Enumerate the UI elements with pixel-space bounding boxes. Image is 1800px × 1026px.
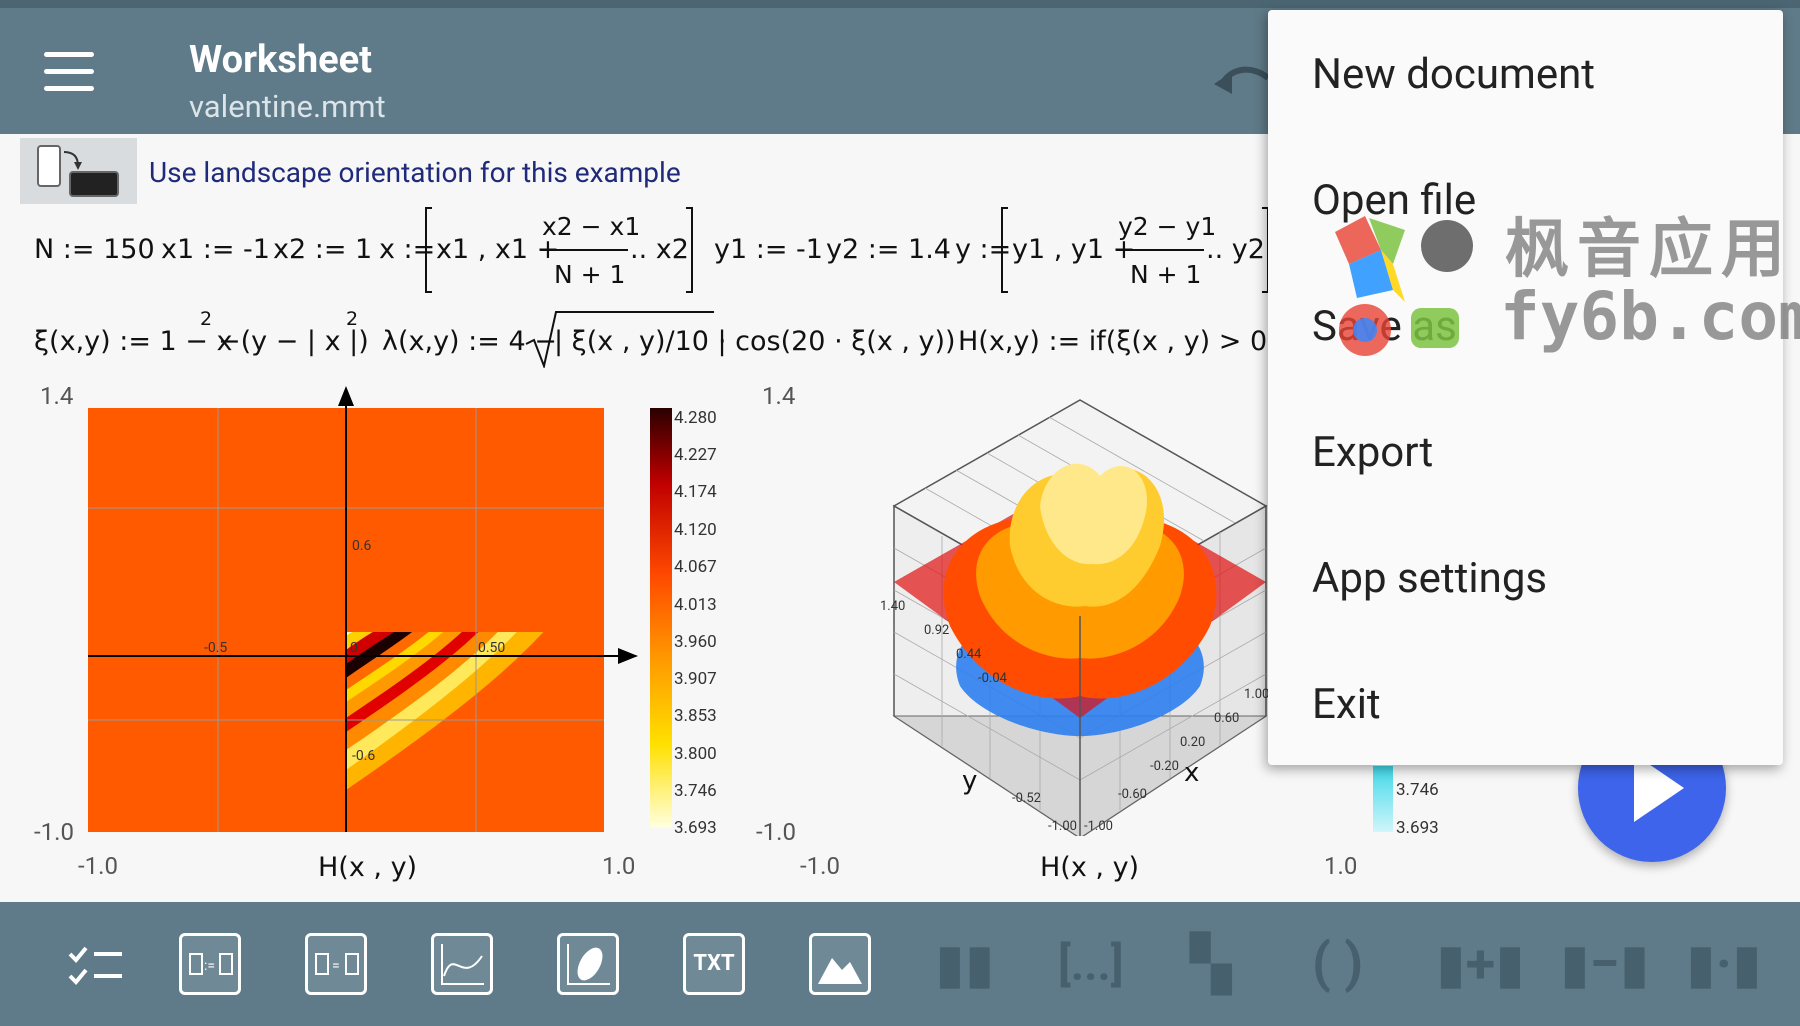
formula-x-end: .. x2 [630, 234, 689, 265]
svg-text:0.60: 0.60 [1214, 711, 1239, 726]
svg-text:0.44: 0.44 [956, 647, 982, 662]
rotate-device-icon [20, 138, 137, 204]
file-name: valentine.mmt [189, 88, 386, 125]
svg-text:0.50: 0.50 [478, 640, 505, 656]
heart-3d-surface-plot[interactable]: 1.40 0.92 0.44 -0.04 -0.52 -1.00 1.00 0.… [880, 396, 1280, 836]
dot-icon: ▮·▮ [1686, 933, 1762, 996]
plot3d-colorbar [1373, 766, 1393, 832]
colorbar-label: 3.693 [1396, 818, 1439, 838]
svg-text:-0.04: -0.04 [978, 671, 1008, 686]
stack-icon: ▚ [1190, 933, 1232, 996]
plot3d-y-max: 1.4 [762, 382, 796, 410]
formula-xi-exp2: 2 [346, 308, 359, 330]
svg-text:=: = [332, 958, 340, 974]
colorbar-label: 4.120 [674, 520, 717, 540]
svg-text:0.92: 0.92 [924, 623, 949, 638]
colorbar-label: 4.013 [674, 595, 717, 615]
svg-text::=: := [204, 958, 215, 974]
formula-y-frac-den: N + 1 [1130, 260, 1202, 289]
2d-plot-icon[interactable] [431, 933, 493, 995]
formula-x-frac-den: N + 1 [554, 260, 626, 289]
plot3d-axis-y-label: y [962, 766, 978, 796]
svg-text:1.00: 1.00 [1244, 687, 1269, 702]
plot2d-x-max: 1.0 [602, 852, 636, 880]
undo-icon[interactable] [1212, 60, 1272, 100]
formula-y-start: y1 , y1 + [1012, 234, 1136, 265]
split-icon: ▮▮ [935, 933, 995, 996]
formula-lambda-sqrt: | ξ(x , y)/10 | [554, 326, 727, 357]
page-title: Worksheet [189, 38, 373, 82]
svg-text:-0.6: -0.6 [352, 748, 375, 764]
evaluate-equation-icon[interactable]: = [305, 933, 367, 995]
svg-text:-1.00: -1.00 [1048, 819, 1077, 834]
formula-y2[interactable]: y2 := 1.4 [826, 234, 951, 265]
plot2d-y-min: -1.0 [34, 818, 74, 846]
formula-y-frac-num: y2 − y1 [1118, 212, 1217, 241]
svg-text:-0.20: -0.20 [1150, 759, 1179, 774]
hamburger-menu-icon[interactable] [40, 52, 98, 102]
formula-n[interactable]: N := 150 [34, 234, 155, 265]
formula-x-start: x1 , x1 + [436, 234, 560, 265]
plot3d-xlabel: H(x , y) [1040, 852, 1140, 883]
menu-item-exit[interactable]: Exit [1312, 680, 1381, 729]
overflow-menu: New document Open file Save as Export Ap… [1268, 10, 1783, 765]
colorbar-label: 3.746 [674, 781, 717, 801]
colorbar-label: 3.746 [1396, 780, 1439, 800]
menu-item-app-settings[interactable]: App settings [1312, 554, 1547, 603]
svg-text:0.20: 0.20 [1180, 735, 1205, 750]
svg-text:-0.60: -0.60 [1118, 787, 1147, 802]
menu-item-export[interactable]: Export [1312, 428, 1433, 477]
formula-y-end: .. y2 [1206, 234, 1265, 265]
formula-x-frac-num: x2 − x1 [542, 212, 641, 241]
svg-text:0.6: 0.6 [352, 538, 372, 554]
text-icon-label: TXT [693, 951, 735, 976]
plot3d-x-min: -1.0 [800, 852, 840, 880]
menu-item-save-as[interactable]: Save as [1312, 302, 1457, 351]
bracket-icon: [...] [1058, 938, 1124, 992]
svg-text:0: 0 [350, 640, 358, 656]
menu-item-new-document[interactable]: New document [1312, 50, 1595, 99]
colorbar-label: 3.800 [674, 744, 717, 764]
paren-icon: ( ) [1312, 932, 1364, 995]
svg-text:1.40: 1.40 [880, 599, 905, 614]
plot2d-xlabel: H(x , y) [318, 852, 418, 883]
colorbar-label: 3.907 [674, 669, 717, 689]
image-icon[interactable] [809, 933, 871, 995]
svg-text:-1.00: -1.00 [1084, 819, 1113, 834]
formula-xi-rest: −(y − | x |) [218, 326, 369, 357]
heart-heatmap-plot[interactable]: 0.6 -0.5 0 0.50 -0.6 [88, 386, 640, 832]
formula-xi-exp: 2 [200, 308, 213, 330]
plot2d-x-min: -1.0 [78, 852, 118, 880]
colorbar-label: 3.960 [674, 632, 717, 652]
3d-plot-icon[interactable] [557, 933, 619, 995]
add-column-icon: ▮+▮ [1436, 933, 1525, 996]
formula-lambda-rest: · cos(20 · ξ(x , y)) [718, 326, 956, 357]
plot3d-y-min: -1.0 [756, 818, 796, 846]
minus-icon: ▮−▮ [1560, 933, 1650, 996]
svg-text:-0.52: -0.52 [1012, 791, 1041, 806]
formula-x1[interactable]: x1 := -1 [161, 234, 270, 265]
svg-text:-0.5: -0.5 [204, 640, 227, 656]
colorbar-label: 3.693 [674, 818, 717, 838]
colorbar-label: 4.174 [674, 482, 717, 502]
hint-text: Use landscape orientation for this examp… [149, 156, 681, 189]
formula-x2[interactable]: x2 := 1 [273, 234, 372, 265]
checklist-icon[interactable] [66, 940, 124, 988]
plot3d-axis-x-label: x [1184, 758, 1200, 788]
colorbar-label: 3.853 [674, 706, 717, 726]
colorbar-label: 4.227 [674, 445, 717, 465]
colorbar-label: 4.280 [674, 408, 717, 428]
assign-equation-icon[interactable]: := [179, 933, 241, 995]
formula-h[interactable]: H(x,y) := if(ξ(x , y) > 0.1 , [958, 326, 1310, 357]
formula-y1[interactable]: y1 := -1 [714, 234, 823, 265]
text-icon[interactable]: TXT [683, 933, 745, 995]
colorbar-label: 4.067 [674, 557, 717, 577]
plot3d-x-max: 1.0 [1324, 852, 1358, 880]
plot2d-colorbar [650, 408, 672, 828]
bottom-toolbar: := = TXT ▮▮ [...] ▚ ( ) ▮+▮ ▮−▮ ▮·▮ [0, 902, 1800, 1026]
plot2d-y-max: 1.4 [40, 382, 74, 410]
menu-item-open-file[interactable]: Open file [1312, 176, 1476, 225]
formula-xi[interactable]: ξ(x,y) := 1 − x [34, 326, 233, 357]
